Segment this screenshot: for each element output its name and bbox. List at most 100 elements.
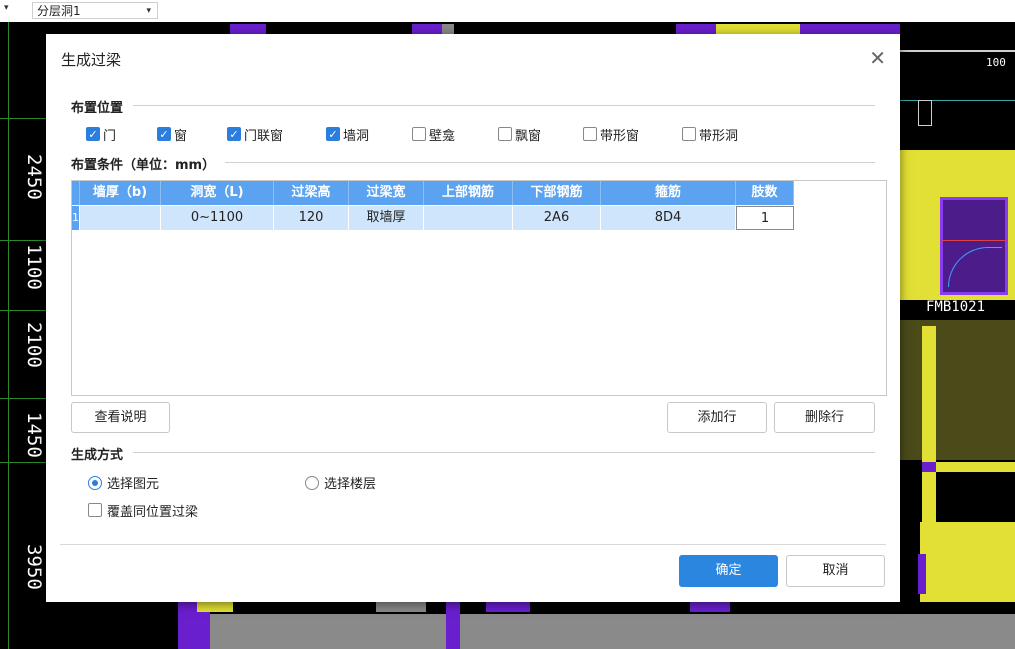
- table-cell[interactable]: 取墙厚: [349, 206, 424, 230]
- table-cell[interactable]: 120: [274, 206, 349, 230]
- wall-segment: [690, 602, 730, 612]
- dialog-title: 生成过梁: [61, 51, 122, 69]
- wall-segment: [920, 522, 1015, 602]
- checkbox-label: 覆盖同位置过梁: [107, 504, 199, 520]
- door-line: [942, 240, 1006, 241]
- checkbox-door[interactable]: ✓ 门: [86, 125, 117, 144]
- cancel-button[interactable]: 取消: [786, 555, 885, 587]
- wall-segment: [446, 602, 460, 649]
- column-header[interactable]: 肢数: [736, 181, 794, 205]
- column-header[interactable]: 过梁高: [274, 181, 349, 205]
- radio-select-element[interactable]: 选择图元: [88, 473, 159, 492]
- ok-button[interactable]: 确定: [679, 555, 778, 587]
- close-icon[interactable]: ✕: [869, 46, 886, 70]
- check-icon: ✓: [326, 127, 340, 141]
- column-header[interactable]: 洞宽（L): [161, 181, 274, 205]
- condition-table[interactable]: 墙厚（b) 洞宽（L) 过梁高 过梁宽 上部钢筋 下部钢筋 箍筋 肢数 1 0~…: [71, 180, 887, 396]
- checkbox-label: 飘窗: [515, 128, 542, 144]
- grid-line: [0, 398, 46, 399]
- checkbox-wall-opening[interactable]: ✓ 墙洞: [326, 125, 370, 144]
- method-section-title: 生成方式: [71, 444, 134, 463]
- column-header[interactable]: 箍筋: [601, 181, 736, 205]
- grid-line: [0, 310, 46, 311]
- dimension-label: 100: [986, 56, 1006, 69]
- dimension-label: 1100: [23, 244, 45, 290]
- checkbox-label: 门联窗: [244, 128, 284, 144]
- radio-label: 选择图元: [107, 477, 160, 492]
- condition-section-title: 布置条件（单位：mm）: [71, 154, 226, 173]
- chevron-down-icon: ▾: [4, 3, 9, 13]
- table-cell[interactable]: [80, 206, 161, 230]
- checkbox-bay-window[interactable]: 飘窗: [498, 125, 542, 144]
- checkbox-label: 门: [103, 128, 117, 144]
- chevron-down-icon: ▾: [146, 6, 151, 16]
- wall-segment: [900, 50, 1015, 52]
- wall-segment: [936, 462, 1015, 472]
- checkbox-window[interactable]: ✓ 窗: [157, 125, 188, 144]
- dimension-label: 3950: [23, 544, 45, 590]
- checkbox-box: [412, 127, 426, 141]
- floor-dropdown[interactable]: ▾: [4, 3, 28, 19]
- checkbox-box: [583, 127, 597, 141]
- toolbar: ▾ 分层洞1 ▾: [0, 0, 1015, 23]
- placement-section-title: 布置位置: [71, 97, 134, 116]
- grid-line: [0, 462, 46, 463]
- radio-select-floor[interactable]: 选择楼层: [305, 473, 376, 492]
- checkbox-niche[interactable]: 壁龛: [412, 125, 456, 144]
- dimension-label: 2100: [23, 322, 45, 368]
- checkbox-label: 墙洞: [343, 128, 370, 144]
- table-cell[interactable]: 1: [736, 206, 794, 230]
- checkbox-door-window[interactable]: ✓ 门联窗: [227, 125, 284, 144]
- layer-dropdown-value: 分层洞1: [37, 4, 81, 18]
- radio-selected-icon: [88, 475, 102, 490]
- checkbox-box: [88, 503, 102, 517]
- wall-segment: [918, 100, 932, 126]
- checkbox-strip-opening[interactable]: 带形洞: [682, 125, 739, 144]
- section-divider: [71, 452, 875, 453]
- checkbox-label: 带形窗: [600, 128, 640, 144]
- wall-segment: [900, 320, 1015, 460]
- dimension-label: 2450: [23, 154, 45, 200]
- footer-divider: [60, 544, 886, 545]
- door-label: FMB1021: [926, 299, 986, 315]
- column-header[interactable]: 墙厚（b): [80, 181, 161, 205]
- layer-dropdown[interactable]: 分层洞1 ▾: [32, 2, 158, 19]
- dimension-label: 1450: [23, 412, 45, 458]
- check-icon: ✓: [227, 127, 241, 141]
- view-help-button[interactable]: 查看说明: [71, 402, 170, 433]
- check-icon: ✓: [157, 127, 171, 141]
- table-row[interactable]: 1 0~1100 120 取墙厚 2A6 8D4 1: [72, 206, 794, 230]
- wall-segment: [922, 462, 936, 472]
- radio-icon: [305, 475, 319, 490]
- table-cell[interactable]: [424, 206, 513, 230]
- wall-segment: [460, 614, 1015, 649]
- wall-segment: [376, 602, 426, 612]
- delete-row-button[interactable]: 删除行: [774, 402, 875, 433]
- checkbox-label: 壁龛: [429, 128, 456, 144]
- checkbox-label: 窗: [174, 128, 188, 144]
- column-header[interactable]: 过梁宽: [349, 181, 424, 205]
- checkbox-box: [682, 127, 696, 141]
- table-header: 墙厚（b) 洞宽（L) 过梁高 过梁宽 上部钢筋 下部钢筋 箍筋 肢数: [72, 181, 794, 205]
- table-cell[interactable]: 8D4: [601, 206, 736, 230]
- grid-line: [8, 22, 9, 649]
- table-cell[interactable]: 2A6: [513, 206, 601, 230]
- grid-line: [0, 240, 46, 241]
- generate-lintel-dialog: 生成过梁 ✕ 布置位置 ✓ 门 ✓ 窗 ✓ 门联窗 ✓ 墙洞 壁龛 飘窗 带形窗 带形洞…: [46, 34, 900, 602]
- section-divider: [71, 105, 875, 106]
- wall-segment: [922, 326, 936, 462]
- wall-segment: [486, 602, 530, 612]
- table-cell[interactable]: 0~1100: [161, 206, 274, 230]
- add-row-button[interactable]: 添加行: [667, 402, 767, 433]
- column-header[interactable]: 下部钢筋: [513, 181, 601, 205]
- wall-segment: [210, 614, 446, 649]
- wall-segment: [197, 602, 233, 612]
- row-header-corner: [72, 181, 80, 205]
- column-header[interactable]: 上部钢筋: [424, 181, 513, 205]
- check-icon: ✓: [86, 127, 100, 141]
- checkbox-label: 带形洞: [699, 128, 739, 144]
- checkbox-strip-window[interactable]: 带形窗: [583, 125, 640, 144]
- checkbox-overwrite-lintel[interactable]: 覆盖同位置过梁: [88, 501, 199, 520]
- row-index: 1: [72, 206, 80, 230]
- wall-segment: [918, 554, 926, 594]
